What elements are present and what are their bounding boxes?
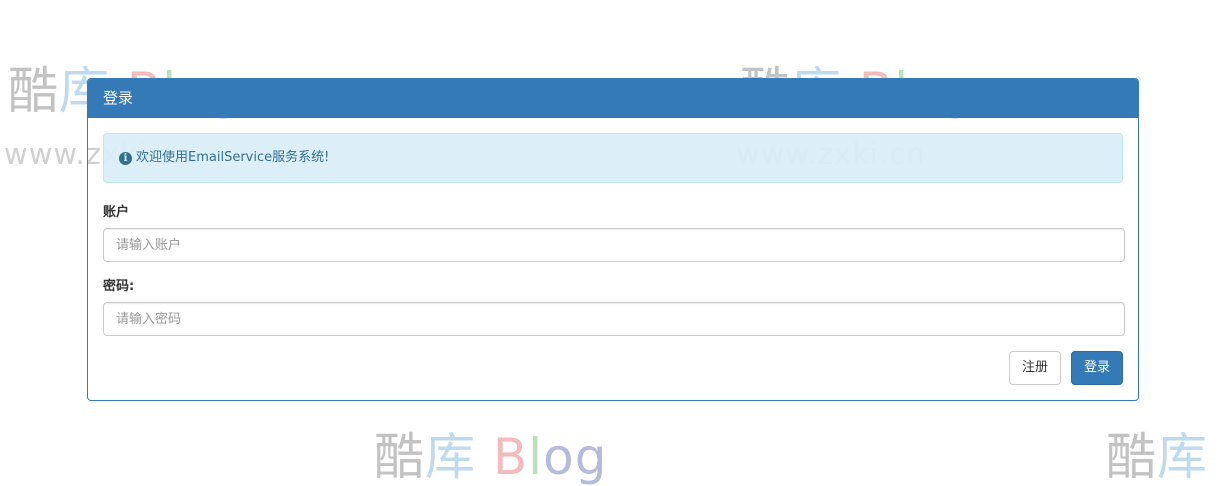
alert-text: 欢迎使用EmailService服务系统! [136, 150, 330, 165]
panel-body: i 欢迎使用EmailService服务系统! 账户 密码: 注册 登录 [88, 118, 1138, 400]
login-panel: 登录 i 欢迎使用EmailService服务系统! 账户 密码: 注册 登录 [87, 78, 1139, 401]
login-button[interactable]: 登录 [1070, 351, 1123, 385]
password-label: 密码: [103, 279, 135, 294]
watermark-logo: 酷库 [1106, 428, 1208, 486]
button-row: 注册 登录 [103, 351, 1123, 385]
register-button[interactable]: 注册 [1008, 351, 1061, 385]
account-input[interactable] [103, 228, 1125, 262]
welcome-alert: i 欢迎使用EmailService服务系统! [103, 133, 1123, 183]
account-group: 账户 [103, 205, 1125, 262]
account-label: 账户 [103, 205, 130, 220]
watermark-logo: 酷库 Blog [374, 428, 608, 486]
password-group: 密码: [103, 279, 1125, 336]
info-circle-icon: i [119, 151, 132, 165]
panel-title: 登录 [88, 79, 1138, 118]
password-input[interactable] [103, 302, 1125, 336]
